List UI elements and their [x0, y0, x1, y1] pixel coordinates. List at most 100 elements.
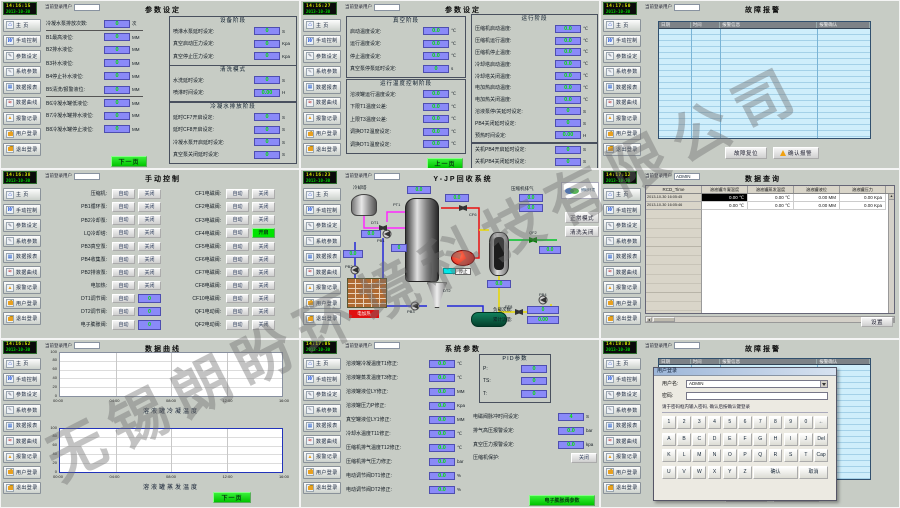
sidebar-item[interactable]: 报警记录	[603, 451, 641, 464]
sidebar-item[interactable]: 系统参数	[3, 66, 41, 79]
sidebar-item[interactable]: 手动控制	[303, 373, 341, 386]
row-cell[interactable]: 0.00 MM	[794, 194, 840, 202]
value-box[interactable]: 0	[104, 86, 130, 94]
keyboard-key[interactable]: X	[708, 466, 722, 479]
keyboard-key[interactable]: 2	[677, 416, 691, 429]
keyboard-key[interactable]: J	[799, 433, 813, 446]
sidebar-item[interactable]: 用户登录	[3, 297, 41, 310]
sidebar-item[interactable]: 主 页	[303, 188, 341, 201]
query-column-header[interactable]: 溶液罐冷凝温度	[702, 186, 748, 193]
value-box[interactable]: 0	[254, 126, 280, 134]
value-box[interactable]: 0.0	[555, 37, 581, 45]
sidebar-item[interactable]: 数据报表	[3, 250, 41, 263]
sidebar-item[interactable]: 手动控制	[3, 204, 41, 217]
state-button[interactable]: 关闭	[138, 228, 161, 238]
sidebar-item[interactable]: 手动控制	[603, 373, 641, 386]
value-box[interactable]: 0	[104, 99, 130, 107]
value-box[interactable]: 0.0	[429, 360, 455, 368]
keyboard-key[interactable]: R	[769, 449, 783, 462]
value-box[interactable]: 0	[104, 46, 130, 54]
keyboard-key[interactable]: 3	[692, 416, 706, 429]
expansion-valve-params-button[interactable]: 电子膨胀阀参数	[529, 495, 595, 506]
sidebar-item[interactable]: 退出登录	[303, 482, 341, 495]
state-button[interactable]: 关闭	[138, 255, 161, 265]
value-box[interactable]: 0.0	[555, 25, 581, 33]
state-button[interactable]: 开启	[252, 228, 275, 238]
chart2-plot-area[interactable]	[59, 428, 283, 473]
state-button[interactable]: 关闭	[252, 255, 275, 265]
sidebar-item[interactable]: 参数设定	[303, 389, 341, 402]
keyboard-key[interactable]: 1	[662, 416, 676, 429]
state-button[interactable]: 关闭	[252, 189, 275, 199]
keyboard-key[interactable]: S	[784, 449, 798, 462]
state-button[interactable]: 关闭	[138, 189, 161, 199]
table-row[interactable]: 2013-10-30 16:05:45 0.00 ℃ 0.00 ℃ 0.00 M…	[646, 194, 894, 202]
value-box[interactable]: 0.0	[558, 427, 584, 435]
row-cell[interactable]: 0.00 MM	[794, 202, 840, 210]
query-column-header[interactable]: 溶液罐液位	[794, 186, 840, 193]
sidebar-item[interactable]: 系统参数	[303, 404, 341, 417]
sidebar-item[interactable]: 报警记录	[303, 112, 341, 125]
compressor-protect-button[interactable]: 关闭	[571, 453, 597, 463]
auto-button[interactable]: 自动	[112, 189, 135, 199]
query-column-header[interactable]: RCD_Time	[646, 186, 702, 193]
keyboard-key[interactable]: 9	[784, 416, 798, 429]
pid-ts-value[interactable]: 0	[521, 377, 547, 385]
keyboard-key[interactable]: 6	[738, 416, 752, 429]
scroll-left-icon[interactable]: ◄	[646, 317, 652, 322]
state-button[interactable]: 关闭	[252, 307, 275, 317]
value-box[interactable]: 0.0	[423, 90, 449, 98]
value-box[interactable]: 0	[254, 40, 280, 48]
value-box[interactable]: 0.00	[555, 131, 581, 139]
sidebar-item[interactable]: 主 页	[603, 188, 641, 201]
keyboard-key[interactable]: Cap	[814, 449, 828, 462]
state-button[interactable]: 关闭	[138, 202, 161, 212]
value-box[interactable]: 0.0	[555, 60, 581, 68]
state-button[interactable]: 关闭	[252, 268, 275, 278]
state-button[interactable]: 0	[138, 294, 161, 304]
keyboard-key[interactable]: I	[784, 433, 798, 446]
auto-button[interactable]: 自动	[226, 228, 249, 238]
pid-t-value[interactable]: 0	[521, 390, 547, 398]
query-column-header[interactable]: 溶液罐蒸发温度	[748, 186, 794, 193]
state-button[interactable]: 关闭	[138, 268, 161, 278]
keyboard-key[interactable]: U	[662, 466, 676, 479]
sidebar-item[interactable]: 手动控制	[3, 35, 41, 48]
value-box[interactable]: 0.0	[423, 140, 449, 148]
keyboard-key[interactable]: B	[677, 433, 691, 446]
horizontal-scrollbar[interactable]: ◄ ►	[645, 316, 895, 323]
sidebar-item[interactable]: 数据报表	[603, 250, 641, 263]
value-box[interactable]: 4	[558, 413, 584, 421]
table-row[interactable]: 2013-10-30 16:05:46 0.00 ℃ 0.00 ℃ 0.00 M…	[646, 202, 894, 210]
sidebar-item[interactable]: 用户登录	[603, 297, 641, 310]
scrollbar-thumb[interactable]	[653, 317, 675, 322]
keyboard-key[interactable]: L	[677, 449, 691, 462]
value-box[interactable]: 0	[555, 158, 581, 166]
vertical-scrollbar[interactable]	[888, 194, 894, 313]
confirm-button[interactable]: 确认	[753, 466, 797, 479]
sidebar-item[interactable]: 系统参数	[603, 404, 641, 417]
auto-button[interactable]: 自动	[226, 202, 249, 212]
keyboard-key[interactable]: H	[769, 433, 783, 446]
sidebar-item[interactable]: 数据报表	[303, 420, 341, 433]
sidebar-item[interactable]: 数据报表	[603, 81, 641, 94]
value-box[interactable]: 0	[254, 138, 280, 146]
auto-button[interactable]: 自动	[112, 320, 135, 330]
sidebar-item[interactable]: 数据曲线	[3, 435, 41, 448]
auto-button[interactable]: 自动	[112, 242, 135, 252]
keyboard-key[interactable]: Z	[738, 466, 752, 479]
row-cell[interactable]: 0.00 Kpa	[840, 194, 886, 202]
sidebar-item[interactable]: 用户登录	[3, 466, 41, 479]
state-button[interactable]: 0	[138, 320, 161, 330]
value-box[interactable]: 0.0	[429, 444, 455, 452]
keyboard-key[interactable]: N	[708, 449, 722, 462]
sidebar-item[interactable]: 报警记录	[603, 112, 641, 125]
keyboard-key[interactable]: A	[662, 433, 676, 446]
auto-button[interactable]: 自动	[226, 294, 249, 304]
sidebar-item[interactable]: 主 页	[3, 19, 41, 32]
auto-button[interactable]: 自动	[112, 307, 135, 317]
state-button[interactable]: 关闭	[252, 215, 275, 225]
value-box[interactable]: 0.0	[429, 430, 455, 438]
value-box[interactable]: 0.0	[558, 441, 584, 449]
sidebar-item[interactable]: 参数设定	[303, 219, 341, 232]
